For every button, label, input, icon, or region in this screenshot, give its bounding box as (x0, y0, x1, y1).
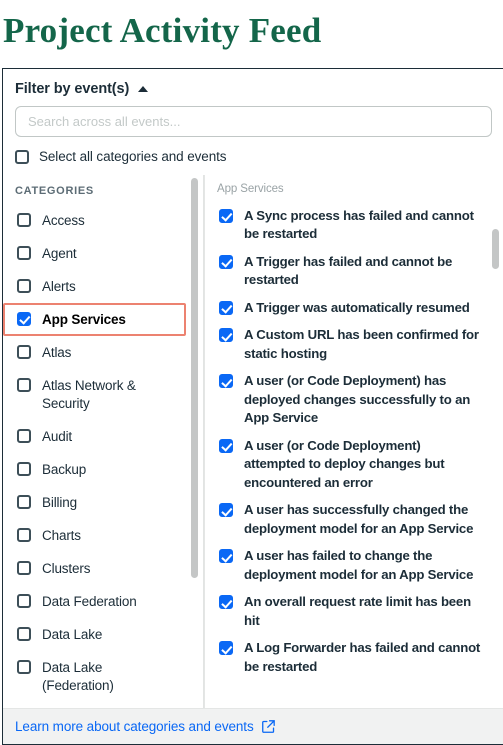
category-label: Atlas (42, 344, 72, 360)
category-label: Agent (42, 245, 77, 261)
category-item[interactable]: Data Federation (3, 585, 186, 618)
categories-panel: CATEGORIES Access Agent Alerts App Services… (3, 175, 200, 709)
event-checkbox[interactable] (219, 438, 233, 453)
category-item[interactable]: Agent (3, 237, 186, 270)
events-panel: App Services A Sync process has failed a… (204, 175, 503, 709)
category-label: Charts (42, 527, 81, 543)
event-label: A user (or Code Deployment) has deployed… (244, 373, 471, 425)
category-item[interactable]: Data Lake (3, 618, 186, 651)
category-checkbox[interactable] (17, 494, 31, 509)
category-item[interactable]: Audit (3, 420, 186, 453)
events-list: A Sync process has failed and cannot be … (205, 202, 489, 681)
filter-by-events-toggle[interactable]: Filter by event(s) (15, 81, 149, 97)
event-label: A user has failed to change the deployme… (244, 548, 474, 582)
select-all-row[interactable]: Select all categories and events (15, 149, 227, 164)
event-checkbox[interactable] (219, 595, 233, 609)
filter-body: CATEGORIES Access Agent Alerts App Services… (3, 175, 503, 709)
category-item[interactable]: Billing (3, 486, 186, 519)
search-input[interactable] (16, 107, 491, 136)
category-label: Billing (42, 494, 77, 510)
category-label: Data Lake (Federation) (42, 659, 114, 693)
category-label: Audit (42, 428, 73, 444)
categories-scrollbar-thumb[interactable] (191, 178, 198, 578)
category-checkbox[interactable] (17, 212, 31, 227)
category-label: Atlas Network & Security (42, 377, 136, 411)
event-label: A Trigger was automatically resumed (244, 299, 470, 315)
filter-by-events-card: Filter by event(s) Select all categories… (2, 68, 503, 745)
external-link-icon (261, 720, 275, 733)
caret-up-icon[interactable] (138, 86, 149, 92)
category-checkbox[interactable] (17, 659, 31, 674)
category-label: Alerts (42, 278, 76, 294)
categories-list: Access Agent Alerts App Services Atlas Atlas … (3, 204, 186, 709)
learn-more-label: Learn more about categories and events (15, 719, 254, 734)
select-all-label: Select all categories and events (39, 149, 227, 164)
filter-by-events-label: Filter by event(s) (15, 81, 130, 97)
event-label: A Trigger has failed and cannot be resta… (244, 253, 453, 288)
category-checkbox[interactable] (17, 278, 31, 293)
event-checkbox[interactable] (219, 328, 233, 342)
category-item[interactable]: Clusters (3, 552, 186, 585)
event-checkbox[interactable] (219, 549, 233, 563)
event-label: A Log Forwarder has failed and cannot be… (244, 640, 481, 674)
event-item[interactable]: A user (or Code Deployment) has deployed… (205, 368, 489, 433)
event-item[interactable]: A Trigger has failed and cannot be resta… (205, 248, 489, 294)
category-item[interactable]: Access (3, 204, 186, 237)
categories-heading: CATEGORIES (15, 185, 94, 197)
category-item[interactable]: Atlas Network & Security (3, 369, 186, 420)
search-events-box[interactable] (15, 106, 492, 137)
event-item[interactable]: An overall request rate limit has been h… (205, 589, 489, 635)
event-label: A Custom URL has been confirmed for stat… (244, 327, 479, 361)
select-all-checkbox[interactable] (15, 149, 29, 164)
event-item[interactable]: A user has failed to change the deployme… (205, 543, 489, 589)
category-label: Data Federation (42, 593, 137, 609)
category-item[interactable]: Backup (3, 453, 186, 486)
event-label: A Sync process has failed and cannot be … (244, 207, 474, 242)
category-label: Data Lake (42, 626, 103, 642)
events-group-heading: App Services (217, 183, 284, 195)
category-checkbox[interactable] (17, 344, 31, 359)
event-checkbox[interactable] (219, 254, 233, 269)
category-checkbox[interactable] (17, 461, 31, 476)
category-checkbox[interactable] (17, 527, 31, 542)
activity-feed-page: Project Activity Feed Filter by event(s)… (0, 0, 503, 745)
event-item[interactable]: A Sync process has failed and cannot be … (205, 202, 489, 248)
events-scrollbar-thumb[interactable] (492, 229, 499, 269)
category-label: App Services (42, 311, 126, 327)
category-checkbox[interactable] (17, 560, 31, 575)
learn-more-link[interactable]: Learn more about categories and events (15, 719, 275, 734)
event-checkbox[interactable] (219, 503, 233, 517)
categories-scrollbar[interactable] (191, 175, 198, 709)
event-item[interactable]: A user has successfully changed the depl… (205, 497, 489, 543)
category-checkbox[interactable] (17, 245, 31, 260)
event-item[interactable]: A Log Forwarder has failed and cannot be… (205, 635, 489, 681)
event-checkbox[interactable] (219, 300, 233, 315)
event-label: A user has successfully changed the depl… (244, 502, 474, 536)
category-item[interactable]: App Services (3, 303, 186, 336)
events-scrollbar[interactable] (492, 175, 499, 709)
filter-card-footer: Learn more about categories and events (3, 708, 503, 744)
category-label: Access (42, 212, 85, 228)
event-checkbox[interactable] (219, 208, 233, 223)
category-label: Backup (42, 461, 87, 477)
page-title: Project Activity Feed (3, 11, 322, 50)
filter-card-header: Filter by event(s) Select all categories… (3, 69, 503, 175)
category-checkbox[interactable] (17, 311, 31, 326)
category-item[interactable]: Charts (3, 519, 186, 552)
event-label: A user (or Code Deployment) attempted to… (244, 437, 445, 490)
category-label: Clusters (42, 560, 91, 576)
category-checkbox[interactable] (17, 593, 31, 608)
event-item[interactable]: A Trigger was automatically resumed (205, 294, 489, 322)
event-checkbox[interactable] (219, 374, 233, 388)
category-item[interactable]: Atlas (3, 336, 186, 369)
category-checkbox[interactable] (17, 377, 31, 392)
category-checkbox[interactable] (17, 626, 31, 641)
event-checkbox[interactable] (219, 641, 233, 655)
event-item[interactable]: A user (or Code Deployment) attempted to… (205, 432, 489, 497)
category-item[interactable]: Data Lake (Federation) (3, 651, 186, 702)
category-item[interactable]: Alerts (3, 270, 186, 303)
event-label: An overall request rate limit has been h… (244, 594, 471, 628)
event-item[interactable]: A Custom URL has been confirmed for stat… (205, 322, 489, 368)
category-checkbox[interactable] (17, 428, 31, 443)
